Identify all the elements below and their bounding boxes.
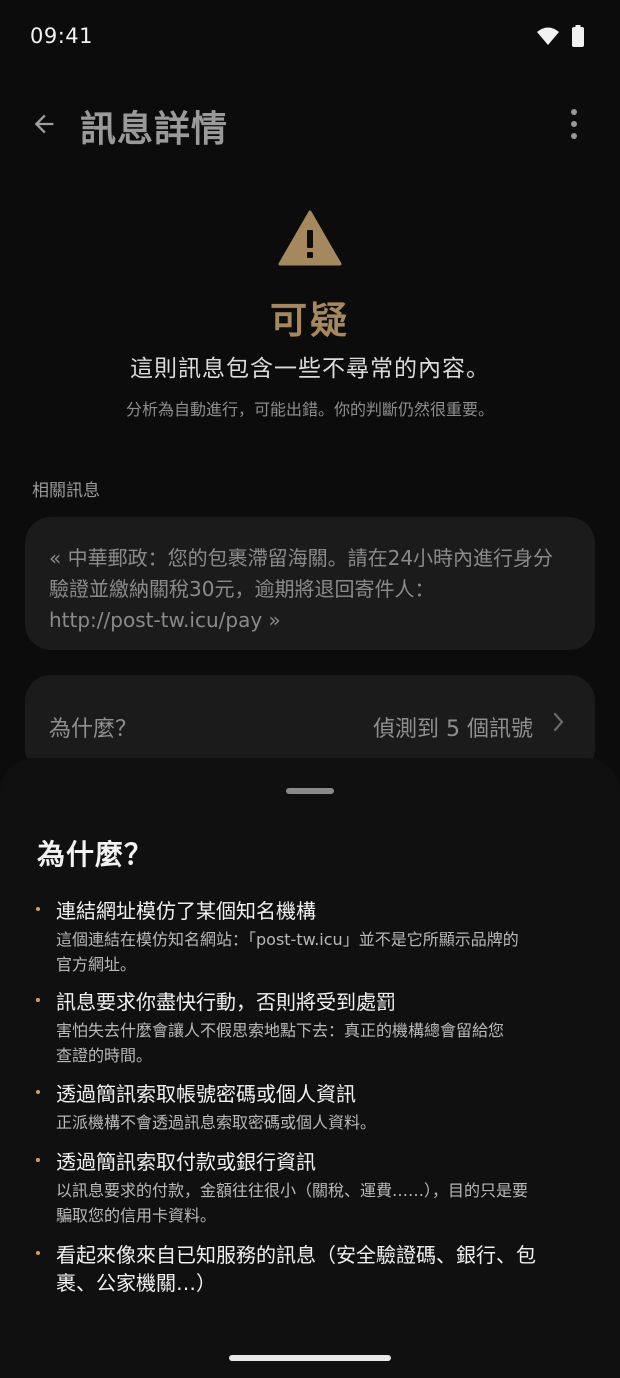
app-bar: 訊息詳情 bbox=[0, 90, 620, 160]
bullet-icon bbox=[36, 998, 40, 1002]
status-icons bbox=[536, 25, 584, 47]
more-options-button[interactable] bbox=[564, 104, 584, 144]
reason-desc: 騙取您的信用卡資料。 bbox=[56, 1206, 217, 1225]
reason-desc: 害怕失去什麼會讓人不假思索地點下去：真正的機構總會留給您 bbox=[56, 1021, 505, 1040]
signals-count: 偵測到 5 個訊號 bbox=[373, 717, 533, 742]
reason-item: 連結網址模仿了某個知名機構 這個連結在模仿知名網站：「post-tw.icu」並… bbox=[36, 897, 596, 977]
message-line: http://post-tw.icu/pay » bbox=[49, 608, 281, 632]
reason-item: 訊息要求你盡快行動，否則將受到處罰 害怕失去什麼會讓人不假思索地點下去：真正的機… bbox=[36, 988, 596, 1068]
reason-title: 看起來像來自已知服務的訊息（安全驗證碼、銀行、包 bbox=[56, 1243, 536, 1267]
message-line: « 中華郵政：您的包裹滯留海關。請在24小時內進行身分 bbox=[49, 546, 554, 570]
reason-desc: 以訊息要求的付款，金額往往很小（關稅、運費……），目的只是要 bbox=[56, 1181, 529, 1200]
battery-icon bbox=[572, 25, 584, 47]
status-bar: 09:41 bbox=[0, 0, 620, 76]
why-bottom-sheet: 為什麼？ 連結網址模仿了某個知名機構 這個連結在模仿知名網站：「post-tw.… bbox=[0, 758, 620, 1378]
reason-title: 連結網址模仿了某個知名機構 bbox=[56, 899, 316, 923]
verdict-subtitle: 這則訊息包含一些不尋常的內容。 bbox=[130, 356, 490, 382]
back-button[interactable] bbox=[24, 104, 64, 144]
page-title: 訊息詳情 bbox=[80, 109, 229, 150]
arrow-back-icon bbox=[34, 114, 54, 134]
reason-desc: 查證的時間。 bbox=[56, 1046, 153, 1065]
why-row-label: 為什麼？ bbox=[49, 717, 138, 742]
bullet-icon bbox=[36, 1090, 40, 1094]
bullet-icon bbox=[36, 1251, 40, 1255]
bullet-icon bbox=[36, 907, 40, 911]
warning-icon bbox=[278, 210, 342, 266]
more-vert-icon bbox=[571, 109, 577, 115]
sheet-drag-handle[interactable] bbox=[286, 788, 334, 794]
verdict-note: 分析為自動進行，可能出錯。你的判斷仍然很重要。 bbox=[125, 400, 494, 419]
reason-item: 透過簡訊索取帳號密碼或個人資訊 正派機構不會透過訊息索取密碼或個人資料。 bbox=[36, 1080, 596, 1135]
reason-desc: 官方網址。 bbox=[56, 955, 137, 974]
reason-title: 訊息要求你盡快行動，否則將受到處罰 bbox=[56, 990, 396, 1014]
related-section-label: 相關訊息 bbox=[32, 481, 100, 501]
more-vert-dot bbox=[571, 121, 577, 127]
reason-title: 裹、公家機關…） bbox=[56, 1271, 216, 1295]
reason-item: 透過簡訊索取付款或銀行資訊 以訊息要求的付款，金額往往很小（關稅、運費……），目… bbox=[36, 1148, 596, 1228]
home-indicator[interactable] bbox=[229, 1355, 391, 1361]
reason-title: 透過簡訊索取付款或銀行資訊 bbox=[56, 1150, 316, 1174]
reason-item: 看起來像來自已知服務的訊息（安全驗證碼、銀行、包 裹、公家機關…） bbox=[36, 1241, 596, 1297]
related-message-card: « 中華郵政：您的包裹滯留海關。請在24小時內進行身分 驗證並繳納關稅30元，逾… bbox=[25, 517, 595, 650]
more-vert-dot bbox=[571, 133, 577, 139]
reason-desc: 正派機構不會透過訊息索取密碼或個人資料。 bbox=[56, 1113, 377, 1132]
status-time: 09:41 bbox=[30, 24, 94, 48]
wifi-icon bbox=[537, 27, 559, 45]
bullet-icon bbox=[36, 1158, 40, 1162]
reason-desc: 這個連結在模仿知名網站：「post-tw.icu」並不是它所顯示品牌的 bbox=[56, 930, 519, 949]
reason-title: 透過簡訊索取帳號密碼或個人資訊 bbox=[56, 1082, 356, 1106]
chevron-right-icon bbox=[553, 712, 564, 732]
sheet-title: 為什麼？ bbox=[37, 838, 154, 871]
verdict-label: 可疑 bbox=[270, 299, 350, 342]
message-line: 驗證並繳納關稅30元，逾期將退回寄件人： bbox=[49, 577, 435, 601]
